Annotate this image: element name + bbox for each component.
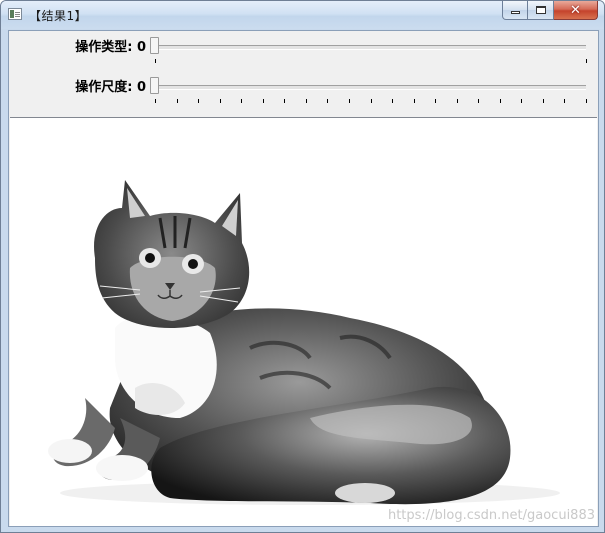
caption-buttons: ✕ [502,1,598,21]
trackbar-tick [564,99,565,103]
trackbar-thumb[interactable] [150,77,159,94]
trackbar-tick [586,99,587,103]
maximize-button[interactable] [528,1,554,20]
trackbar-tick [284,99,285,103]
trackbar-tick [306,99,307,103]
image-display: https://blog.csdn.net/gaocui883 [10,117,597,526]
app-window-icon[interactable] [8,8,22,20]
trackbar-operation-type: 操作类型: 0 [9,31,598,65]
minimize-icon [510,11,520,14]
title-bar[interactable]: 【结果1】 ✕ [1,1,604,29]
close-icon: ✕ [570,2,581,18]
trackbar-tick [263,99,264,103]
window-title: 【结果1】 [29,9,88,23]
trackbar-track[interactable] [155,85,586,90]
watermark-text: https://blog.csdn.net/gaocui883 [387,508,595,523]
trackbar-tick [543,99,544,103]
trackbar-tick [177,99,178,103]
trackbar-tick [478,99,479,103]
trackbar-tick [371,99,372,103]
minimize-button[interactable] [502,1,528,20]
grayscale-cat-photo [48,180,560,505]
close-button[interactable]: ✕ [554,1,598,20]
trackbar-tick [220,99,221,103]
trackbar-tick [457,99,458,103]
trackbar-operation-scale: 操作尺度: 0 [9,71,598,105]
trackbar-label: 操作尺度: 0 [75,80,146,95]
trackbar-tick [521,99,522,103]
trackbar-tick [155,59,156,63]
trackbar-tick [500,99,501,103]
trackbar-tick [414,99,415,103]
trackbar-thumb[interactable] [150,37,159,54]
trackbar-tick [327,99,328,103]
result-window: 【结果1】 ✕ 操作类型: 0 操作尺度: 0 https://blog.csd… [0,0,605,533]
client-area: 操作类型: 0 操作尺度: 0 https://blog.csdn.net/ga… [8,30,599,527]
trackbar-tick [392,99,393,103]
trackbar-tick [155,99,156,103]
trackbar-track[interactable] [155,45,586,50]
trackbar-tick [349,99,350,103]
maximize-icon [535,6,546,14]
trackbar-label: 操作类型: 0 [75,40,146,55]
trackbar-tick [241,99,242,103]
trackbar-tick [586,59,587,63]
trackbar-tick [198,99,199,103]
trackbar-tick [435,99,436,103]
